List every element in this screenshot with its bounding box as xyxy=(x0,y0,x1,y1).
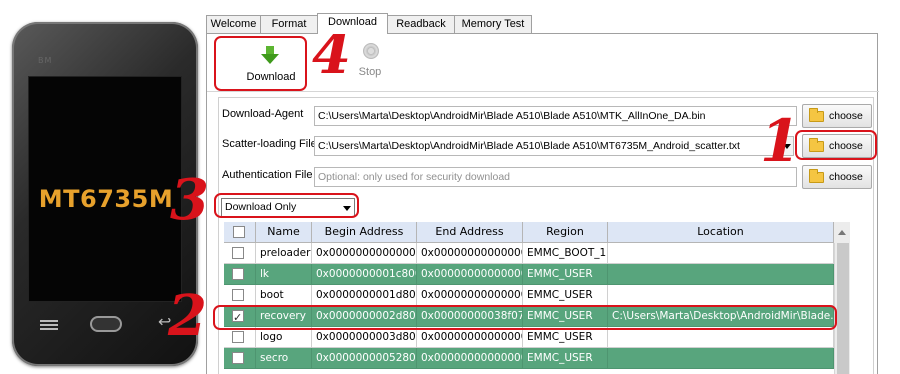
column-region[interactable]: Region xyxy=(523,222,608,243)
auth-file-label: Authentication File xyxy=(222,169,313,181)
begin-address: 0x0000000001d80000 xyxy=(312,285,417,306)
phone-chip-label: MT6735M xyxy=(38,185,174,213)
scroll-up-arrow-icon[interactable] xyxy=(834,222,850,243)
location[interactable] xyxy=(608,243,834,264)
download-agent-label: Download-Agent xyxy=(222,108,304,120)
folder-icon xyxy=(809,108,824,122)
region: EMMC_USER xyxy=(523,285,608,306)
row-checkbox-cell xyxy=(224,327,256,348)
folder-icon xyxy=(809,169,824,183)
tab-format-label: Format xyxy=(271,18,307,30)
tab-readback-label: Readback xyxy=(396,18,446,30)
table-row[interactable]: lk 0x0000000001c80000 0x0000000000000000… xyxy=(224,264,834,285)
menu-key-icon xyxy=(40,320,58,330)
region: EMMC_USER xyxy=(523,264,608,285)
table-row[interactable]: preloader 0x0000000000000000 0x000000000… xyxy=(224,243,834,264)
auth-file-field[interactable]: Optional: only used for security downloa… xyxy=(314,167,797,187)
partition-name: secro xyxy=(256,348,312,369)
tab-readback[interactable]: Readback xyxy=(387,15,455,33)
tab-memory-test[interactable]: Memory Test xyxy=(454,15,532,33)
partition-table-header: Name Begin Address End Address Region Lo… xyxy=(224,222,834,243)
location[interactable] xyxy=(608,327,834,348)
column-name[interactable]: Name xyxy=(256,222,312,243)
row-checkbox[interactable] xyxy=(232,352,244,364)
annotation-scatter-choose-highlight xyxy=(795,130,877,160)
stop-icon xyxy=(363,43,379,59)
home-key-icon xyxy=(90,316,122,332)
end-address: 0x0000000000000000 xyxy=(417,285,523,306)
begin-address: 0x0000000005280000 xyxy=(312,348,417,369)
row-checkbox[interactable] xyxy=(232,268,244,280)
row-checkbox-cell xyxy=(224,243,256,264)
begin-address: 0x0000000000000000 xyxy=(312,243,417,264)
scatter-file-value: C:\Users\Marta\Desktop\AndroidMir\Blade … xyxy=(318,140,740,152)
scatter-file-label: Scatter-loading File xyxy=(222,138,317,150)
tab-welcome[interactable]: Welcome xyxy=(206,15,261,33)
tab-download-label: Download xyxy=(328,16,377,28)
end-address: 0x0000000000000000 xyxy=(417,243,523,264)
begin-address: 0x0000000001c80000 xyxy=(312,264,417,285)
end-address: 0x0000000000000000 xyxy=(417,327,523,348)
location[interactable] xyxy=(608,348,834,369)
partition-name: preloader xyxy=(256,243,312,264)
table-row[interactable]: logo 0x0000000003d80000 0x00000000000000… xyxy=(224,327,834,348)
row-checkbox[interactable] xyxy=(232,331,244,343)
choose-label: choose xyxy=(829,110,863,122)
row-checkbox-cell xyxy=(224,285,256,306)
partition-name: boot xyxy=(256,285,312,306)
region: EMMC_BOOT_1 xyxy=(523,243,608,264)
region: EMMC_USER xyxy=(523,348,608,369)
row-checkbox-cell xyxy=(224,348,256,369)
partition-name: logo xyxy=(256,327,312,348)
row-checkbox[interactable] xyxy=(232,247,244,259)
tab-memory-test-label: Memory Test xyxy=(461,18,525,30)
choose-label: choose xyxy=(829,171,863,183)
select-all-header[interactable] xyxy=(224,222,256,243)
annotation-step-4: 4 xyxy=(312,21,351,87)
annotation-download-highlight xyxy=(214,36,307,91)
download-agent-field[interactable]: C:\Users\Marta\Desktop\AndroidMir\Blade … xyxy=(314,106,797,126)
location[interactable] xyxy=(608,285,834,306)
end-address: 0x0000000000000000 xyxy=(417,264,523,285)
table-row[interactable]: secro 0x0000000005280000 0x0000000000000… xyxy=(224,348,834,369)
partition-name: lk xyxy=(256,264,312,285)
toolbar-divider xyxy=(207,91,879,92)
annotation-recovery-row-highlight xyxy=(213,305,837,330)
scatter-file-combo[interactable]: C:\Users\Marta\Desktop\AndroidMir\Blade … xyxy=(314,136,794,156)
phone-brand-label: BM xyxy=(38,56,53,65)
column-end-address[interactable]: End Address xyxy=(417,222,523,243)
region: EMMC_USER xyxy=(523,327,608,348)
select-all-checkbox[interactable] xyxy=(233,226,245,238)
annotation-step-2: 2 xyxy=(168,283,207,349)
phone-screen: MT6735M xyxy=(28,76,182,302)
row-checkbox-cell xyxy=(224,264,256,285)
annotation-step-3: 3 xyxy=(170,167,209,233)
auth-file-choose-button[interactable]: choose xyxy=(802,165,872,189)
annotation-download-mode-highlight xyxy=(214,193,359,218)
annotation-step-1: 1 xyxy=(760,107,801,175)
tab-download[interactable]: Download xyxy=(317,13,388,34)
table-row[interactable]: boot 0x0000000001d80000 0x00000000000000… xyxy=(224,285,834,306)
download-agent-choose-button[interactable]: choose xyxy=(802,104,872,128)
end-address: 0x0000000000000000 xyxy=(417,348,523,369)
location[interactable] xyxy=(608,264,834,285)
column-begin-address[interactable]: Begin Address xyxy=(312,222,417,243)
begin-address: 0x0000000003d80000 xyxy=(312,327,417,348)
column-location[interactable]: Location xyxy=(608,222,834,243)
tab-format[interactable]: Format xyxy=(260,15,318,33)
tab-welcome-label: Welcome xyxy=(210,18,257,30)
row-checkbox[interactable] xyxy=(232,289,244,301)
scrollbar-thumb[interactable] xyxy=(837,243,849,374)
